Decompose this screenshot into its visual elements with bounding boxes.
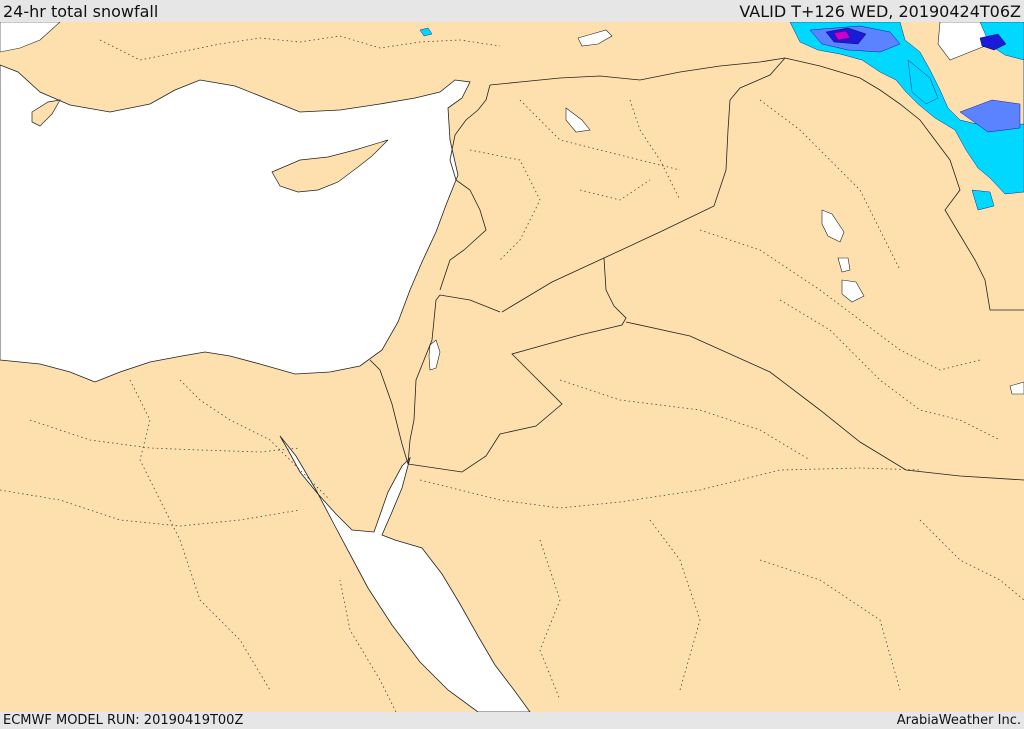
header-bar: 24-hr total snowfall VALID T+126 WED, 20… [0,0,1024,22]
model-run: ECMWF MODEL RUN: 20190419T00Z [3,713,244,728]
map-title: 24-hr total snowfall [3,1,159,21]
weather-map [0,22,1024,712]
map-frame: 24-hr total snowfall VALID T+126 WED, 20… [0,0,1024,729]
footer-bar: ECMWF MODEL RUN: 20190419T00Z ArabiaWeat… [0,712,1024,729]
credit: ArabiaWeather Inc. [896,713,1021,728]
valid-time: VALID T+126 WED, 20190424T06Z [739,1,1021,21]
